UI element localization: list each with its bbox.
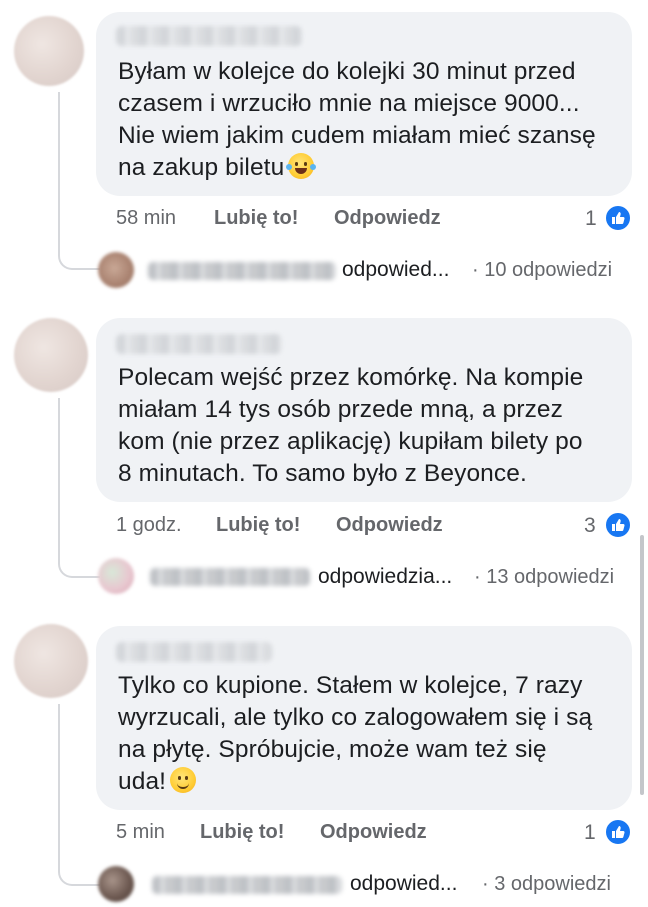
comment-actions: 58 min Lubię to! Odpowiedz	[116, 207, 636, 237]
reply-author-blurred[interactable]	[152, 876, 342, 894]
commenter-avatar[interactable]	[14, 624, 88, 698]
commenter-avatar[interactable]	[14, 318, 88, 392]
comment-time[interactable]: 5 min	[116, 821, 165, 844]
reply-author-blurred[interactable]	[150, 568, 310, 586]
thread-connector	[58, 398, 100, 578]
reaction-count[interactable]: 3	[584, 514, 596, 538]
comment-time[interactable]: 58 min	[116, 207, 176, 230]
reply-avatar[interactable]	[98, 558, 134, 594]
thread-connector	[58, 704, 100, 886]
like-button[interactable]: Lubię to!	[200, 821, 284, 844]
comment-text: Byłam w kolejce do kolejki 30 minut prze…	[118, 58, 596, 181]
laughing-emoji-icon	[286, 153, 317, 179]
smiling-emoji-icon	[170, 767, 197, 793]
reply-preview-text[interactable]: odpowiedzia...	[318, 565, 452, 589]
comment-actions: 1 godz. Lubię to! Odpowiedz	[116, 514, 636, 544]
reply-count[interactable]: · 3 odpowiedzi	[482, 873, 611, 896]
reply-button[interactable]: Odpowiedz	[320, 821, 427, 844]
commenter-name-blurred[interactable]	[116, 642, 272, 662]
like-button[interactable]: Lubię to!	[216, 514, 300, 537]
reply-preview-text[interactable]: odpowied...	[350, 872, 457, 896]
thread-connector	[58, 92, 100, 270]
comment-text: Polecam wejść przez komórkę. Na kompie m…	[118, 364, 584, 487]
comment-bubble: Byłam w kolejce do kolejki 30 minut prze…	[96, 12, 632, 196]
comment-text: Tylko co kupione. Stałem w kolejce, 7 ra…	[118, 672, 593, 795]
reply-preview-text[interactable]: odpowied...	[342, 258, 449, 282]
comment-actions: 5 min Lubię to! Odpowiedz	[116, 821, 636, 851]
reply-count[interactable]: · 10 odpowiedzi	[472, 259, 612, 282]
thumbs-up-icon[interactable]	[604, 818, 632, 846]
reaction-count[interactable]: 1	[585, 207, 597, 231]
scrollbar[interactable]	[640, 535, 644, 795]
reply-button[interactable]: Odpowiedz	[334, 207, 441, 230]
thumbs-up-icon[interactable]	[604, 204, 632, 232]
reply-count[interactable]: · 13 odpowiedzi	[474, 566, 614, 589]
reply-avatar[interactable]	[98, 866, 134, 902]
commenter-avatar[interactable]	[14, 16, 84, 86]
commenter-name-blurred[interactable]	[116, 26, 302, 46]
comment-bubble: Tylko co kupione. Stałem w kolejce, 7 ra…	[96, 626, 632, 810]
thumbs-up-icon[interactable]	[604, 511, 632, 539]
reaction-count[interactable]: 1	[584, 821, 596, 845]
reply-avatar[interactable]	[98, 252, 134, 288]
commenter-name-blurred[interactable]	[116, 334, 282, 354]
comment-time[interactable]: 1 godz.	[116, 514, 182, 537]
reply-button[interactable]: Odpowiedz	[336, 514, 443, 537]
reply-author-blurred[interactable]	[148, 262, 336, 280]
comment-bubble: Polecam wejść przez komórkę. Na kompie m…	[96, 318, 632, 502]
like-button[interactable]: Lubię to!	[214, 207, 298, 230]
